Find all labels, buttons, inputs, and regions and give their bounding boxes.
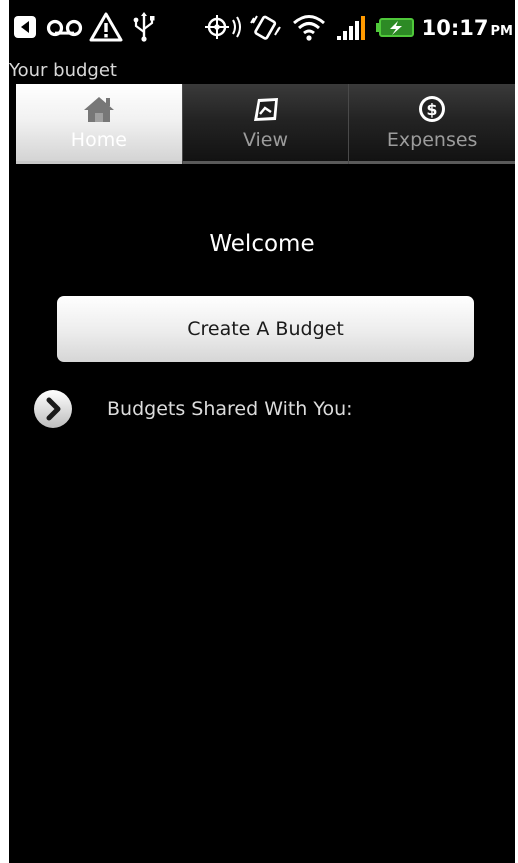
create-budget-button[interactable]: Create A Budget (57, 296, 474, 362)
home-icon (82, 94, 116, 124)
phone-screen: 10:17 PM Your budget Home View $ Expense… (9, 0, 515, 863)
tab-home-indicator (16, 161, 182, 164)
back-arrow-icon (13, 12, 39, 42)
tab-home[interactable]: Home (16, 84, 182, 164)
status-bar: 10:17 PM (9, 0, 515, 56)
tab-expenses-indicator (349, 161, 515, 164)
tab-view[interactable]: View (181, 84, 349, 164)
app-title: Your budget (9, 60, 117, 81)
status-ampm: PM (490, 24, 513, 39)
chevron-right-icon[interactable] (33, 389, 73, 429)
voicemail-icon (46, 12, 84, 42)
tab-view-label: View (242, 129, 289, 151)
welcome-heading: Welcome (209, 231, 315, 257)
wifi-icon (291, 12, 327, 42)
tab-bar: Home View $ Expenses (16, 84, 515, 164)
gps-icon (202, 12, 244, 42)
tab-expenses-label: Expenses (386, 129, 478, 151)
dollar-coin-icon: $ (415, 94, 449, 124)
vibrate-icon (249, 12, 283, 42)
tab-home-label: Home (70, 129, 127, 151)
status-time: 10:17 (421, 16, 489, 40)
status-clock: 10:17 PM (422, 14, 513, 42)
usb-icon (131, 12, 157, 42)
signal-icon (335, 12, 369, 42)
view-icon (249, 94, 283, 124)
warning-icon (89, 12, 123, 42)
tab-expenses[interactable]: $ Expenses (348, 84, 515, 164)
battery-charging-icon (375, 12, 415, 42)
budgets-shared-row[interactable]: Budgets Shared With You: (33, 386, 503, 432)
svg-text:$: $ (427, 100, 438, 119)
tab-view-indicator (182, 161, 349, 164)
budgets-shared-label: Budgets Shared With You: (107, 398, 353, 420)
